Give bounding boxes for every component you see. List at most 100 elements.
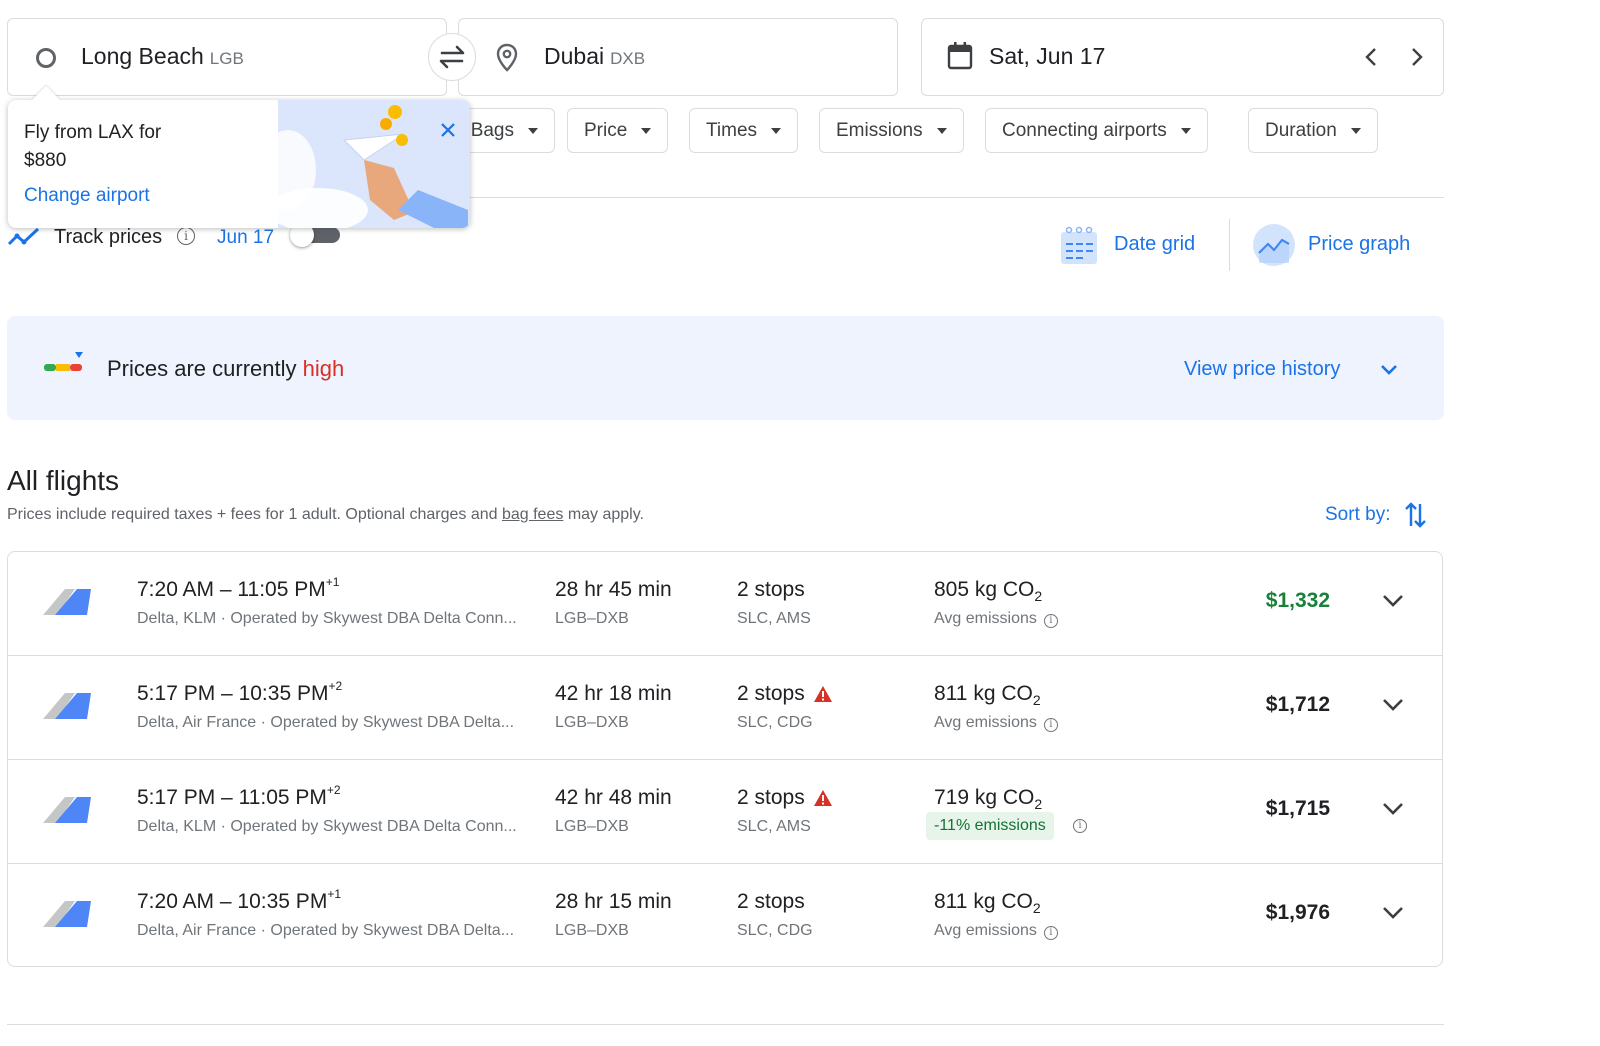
info-icon[interactable]: i [1073,819,1087,833]
trend-line-icon [7,226,41,253]
co2-subscript: 2 [1032,692,1041,708]
info-icon[interactable]: i [177,227,195,245]
swap-button[interactable] [428,33,476,81]
co2-emissions: 811 kg CO2 [934,682,1041,708]
caret-down-icon [1180,127,1191,134]
popup-price: $880 [24,150,67,171]
filter-connecting-airports[interactable]: Connecting airports [985,108,1208,153]
info-icon[interactable]: i [1043,718,1058,732]
airline-logo-icon [43,589,91,615]
origin-code: LGB [209,49,244,68]
caret-down-icon [771,127,782,134]
caret-down-icon [1350,127,1361,134]
chevron-down-icon[interactable] [1382,594,1404,613]
stops-info: 2 stops [737,890,805,914]
stop-airports: SLC, AMS [737,610,811,627]
track-prices-label: Track prices [54,226,163,248]
departure-time: 5:17 PM [137,682,216,705]
stops-info: 2 stops [737,682,833,706]
flight-price: $1,976 [1265,901,1330,924]
filter-duration[interactable]: Duration [1248,108,1378,153]
departure-time: 7:20 AM [137,890,215,913]
origin-field[interactable]: Long Beach LGB [7,18,447,96]
day-offset: +2 [328,679,343,693]
filter-price[interactable]: Price [567,108,669,153]
chevron-down-icon[interactable] [1380,363,1398,381]
flight-results-list: 7:20 AM – 11:05 PM+1 Delta, KLM · Operat… [7,551,1443,967]
swap-icon [439,45,465,69]
results-note-suffix: may apply. [567,506,644,523]
co2-value: 805 kg CO [934,578,1035,601]
flight-row[interactable]: 5:17 PM – 11:05 PM+2 Delta, KLM · Operat… [8,760,1442,864]
arrival-time: 11:05 PM [237,578,326,601]
close-icon[interactable] [440,122,456,143]
calendar-icon [946,41,974,76]
chevron-down-icon[interactable] [1382,698,1404,717]
flight-times: 5:17 PM – 11:05 PM+2 [137,783,341,809]
flight-row[interactable]: 5:17 PM – 10:35 PM+2 Delta, Air France ·… [8,656,1442,760]
caret-down-icon [528,127,538,134]
emissions-note-wrap: Avg emissions i [934,922,1058,940]
chevron-down-icon[interactable] [1382,802,1404,821]
date-grid-button[interactable]: Date grid [1058,222,1208,268]
warning-icon [813,789,833,813]
chevron-left-icon[interactable] [1364,47,1378,72]
row-divider [8,655,1442,656]
origin-value: Long Beach LGB [81,43,244,70]
stop-airports: SLC, AMS [737,818,811,835]
flight-row[interactable]: 7:20 AM – 11:05 PM+1 Delta, KLM · Operat… [8,552,1442,656]
filter-times-label: Times [706,119,758,141]
destination-value: Dubai DXB [544,43,645,70]
filter-times[interactable]: Times [689,108,799,153]
stop-airports: SLC, CDG [737,714,813,731]
stops-info: 2 stops [737,786,833,810]
filter-duration-label: Duration [1265,119,1337,141]
warning-icon [813,685,833,709]
date-value: Sat, Jun 17 [989,43,1106,69]
price-level-icon [44,352,83,371]
price-level-high: high [302,356,345,381]
emissions-note-wrap: Avg emissions i [934,714,1058,732]
emissions-note-wrap: Avg emissions i [934,610,1058,628]
flight-price: $1,332 [1265,589,1330,612]
flight-duration: 42 hr 18 min [555,682,672,705]
view-price-history-link[interactable]: View price history [1184,358,1340,381]
info-icon[interactable]: i [1043,926,1058,940]
destination-field[interactable]: Dubai DXB [458,18,898,96]
change-airport-link[interactable]: Change airport [24,185,150,207]
filter-price-label: Price [584,119,628,141]
flight-times: 7:20 AM – 11:05 PM+1 [137,575,340,601]
stops-count: 2 stops [737,786,805,809]
chevron-down-icon[interactable] [1382,906,1404,925]
airline-logo-icon [43,797,91,823]
flight-price: $1,712 [1265,693,1330,716]
price-graph-button[interactable]: Price graph [1252,222,1422,268]
emissions-badge: -11% emissions [934,817,1046,834]
flight-duration: 28 hr 15 min [555,890,672,913]
date-field[interactable]: Sat, Jun 17 [921,18,1444,96]
chevron-right-icon[interactable] [1410,47,1424,72]
airline-logo-icon [43,901,91,927]
flight-row[interactable]: 7:20 AM – 10:35 PM+1 Delta, Air France ·… [8,864,1442,968]
filter-bags-label: Bags [470,119,514,141]
day-offset: +1 [325,575,340,589]
emissions-note: Avg emissions [934,714,1037,731]
airline-names: Delta, Air France · Operated by Skywest … [137,922,515,939]
bag-fees-link[interactable]: bag fees [502,506,563,523]
filter-emissions[interactable]: Emissions [819,108,964,153]
circle-icon [36,48,56,68]
row-divider [8,759,1442,760]
price-graph-label: Price graph [1308,233,1411,255]
info-icon[interactable]: i [1043,614,1058,628]
co2-emissions: 719 kg CO2 [934,786,1042,812]
results-note-prefix: Prices include required taxes + fees for… [7,506,498,523]
filter-emissions-label: Emissions [836,119,923,141]
flight-route: LGB–DXB [555,922,629,939]
airline-names: Delta, KLM · Operated by Skywest DBA Del… [137,610,517,627]
co2-subscript: 2 [1034,588,1043,604]
day-offset: +1 [327,887,341,901]
sort-button[interactable]: Sort by: [1325,500,1435,532]
arrival-time: 11:05 PM [238,786,327,809]
destination-city: Dubai [544,43,605,69]
filter-connecting-airports-label: Connecting airports [1002,119,1167,141]
